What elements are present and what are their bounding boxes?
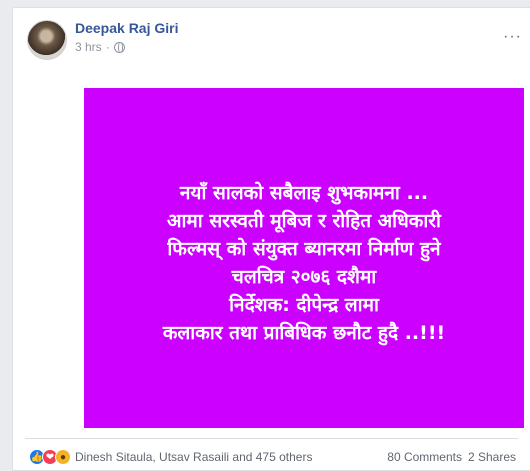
post-meta: 3 hrs · xyxy=(75,40,125,54)
comments-count[interactable]: 80 Comments xyxy=(387,450,462,464)
meta-separator: · xyxy=(105,40,110,54)
shares-count[interactable]: 2 Shares xyxy=(468,450,516,464)
image-text-line: फिल्मस् को संयुक्त ब्यानरमा निर्माण हुने xyxy=(167,238,441,260)
image-text-line: कलाकार तथा प्राबिधिक छनौट हुदै ..!!! xyxy=(162,322,446,344)
post-footer: 👍 ❤ ● Dinesh Sitaula, Utsav Rasaili and … xyxy=(29,447,530,467)
reactors-summary[interactable]: Dinesh Sitaula, Utsav Rasaili and 475 ot… xyxy=(75,450,312,464)
post-card: Deepak Raj Giri 3 hrs · ··· नयाँ सालको स… xyxy=(12,7,530,471)
post-timestamp[interactable]: 3 hrs xyxy=(75,40,102,54)
image-text-line: आमा सरस्वती मूबिज र रोहित अधिकारी xyxy=(167,210,441,232)
image-text-line: चलचित्र २०७६ दशैमा xyxy=(231,266,377,288)
post-header: Deepak Raj Giri 3 hrs · ··· xyxy=(27,18,530,70)
image-text-line: निर्देशक: दीपेन्द्र लामा xyxy=(229,294,379,316)
globe-icon[interactable] xyxy=(113,41,125,53)
engagement-stats: 80 Comments 2 Shares xyxy=(387,450,516,464)
author-name[interactable]: Deepak Raj Giri xyxy=(75,20,179,36)
author-avatar[interactable] xyxy=(27,20,67,60)
image-text-line: नयाँ सालको सबैलाइ शुभकामना ... xyxy=(179,182,429,204)
wow-icon: ● xyxy=(55,449,71,465)
post-image[interactable]: नयाँ सालको सबैलाइ शुभकामना ... आमा सरस्व… xyxy=(84,88,524,428)
footer-divider xyxy=(25,438,518,439)
reaction-icons[interactable]: 👍 ❤ ● xyxy=(29,449,71,465)
more-options-icon[interactable]: ··· xyxy=(503,29,522,45)
